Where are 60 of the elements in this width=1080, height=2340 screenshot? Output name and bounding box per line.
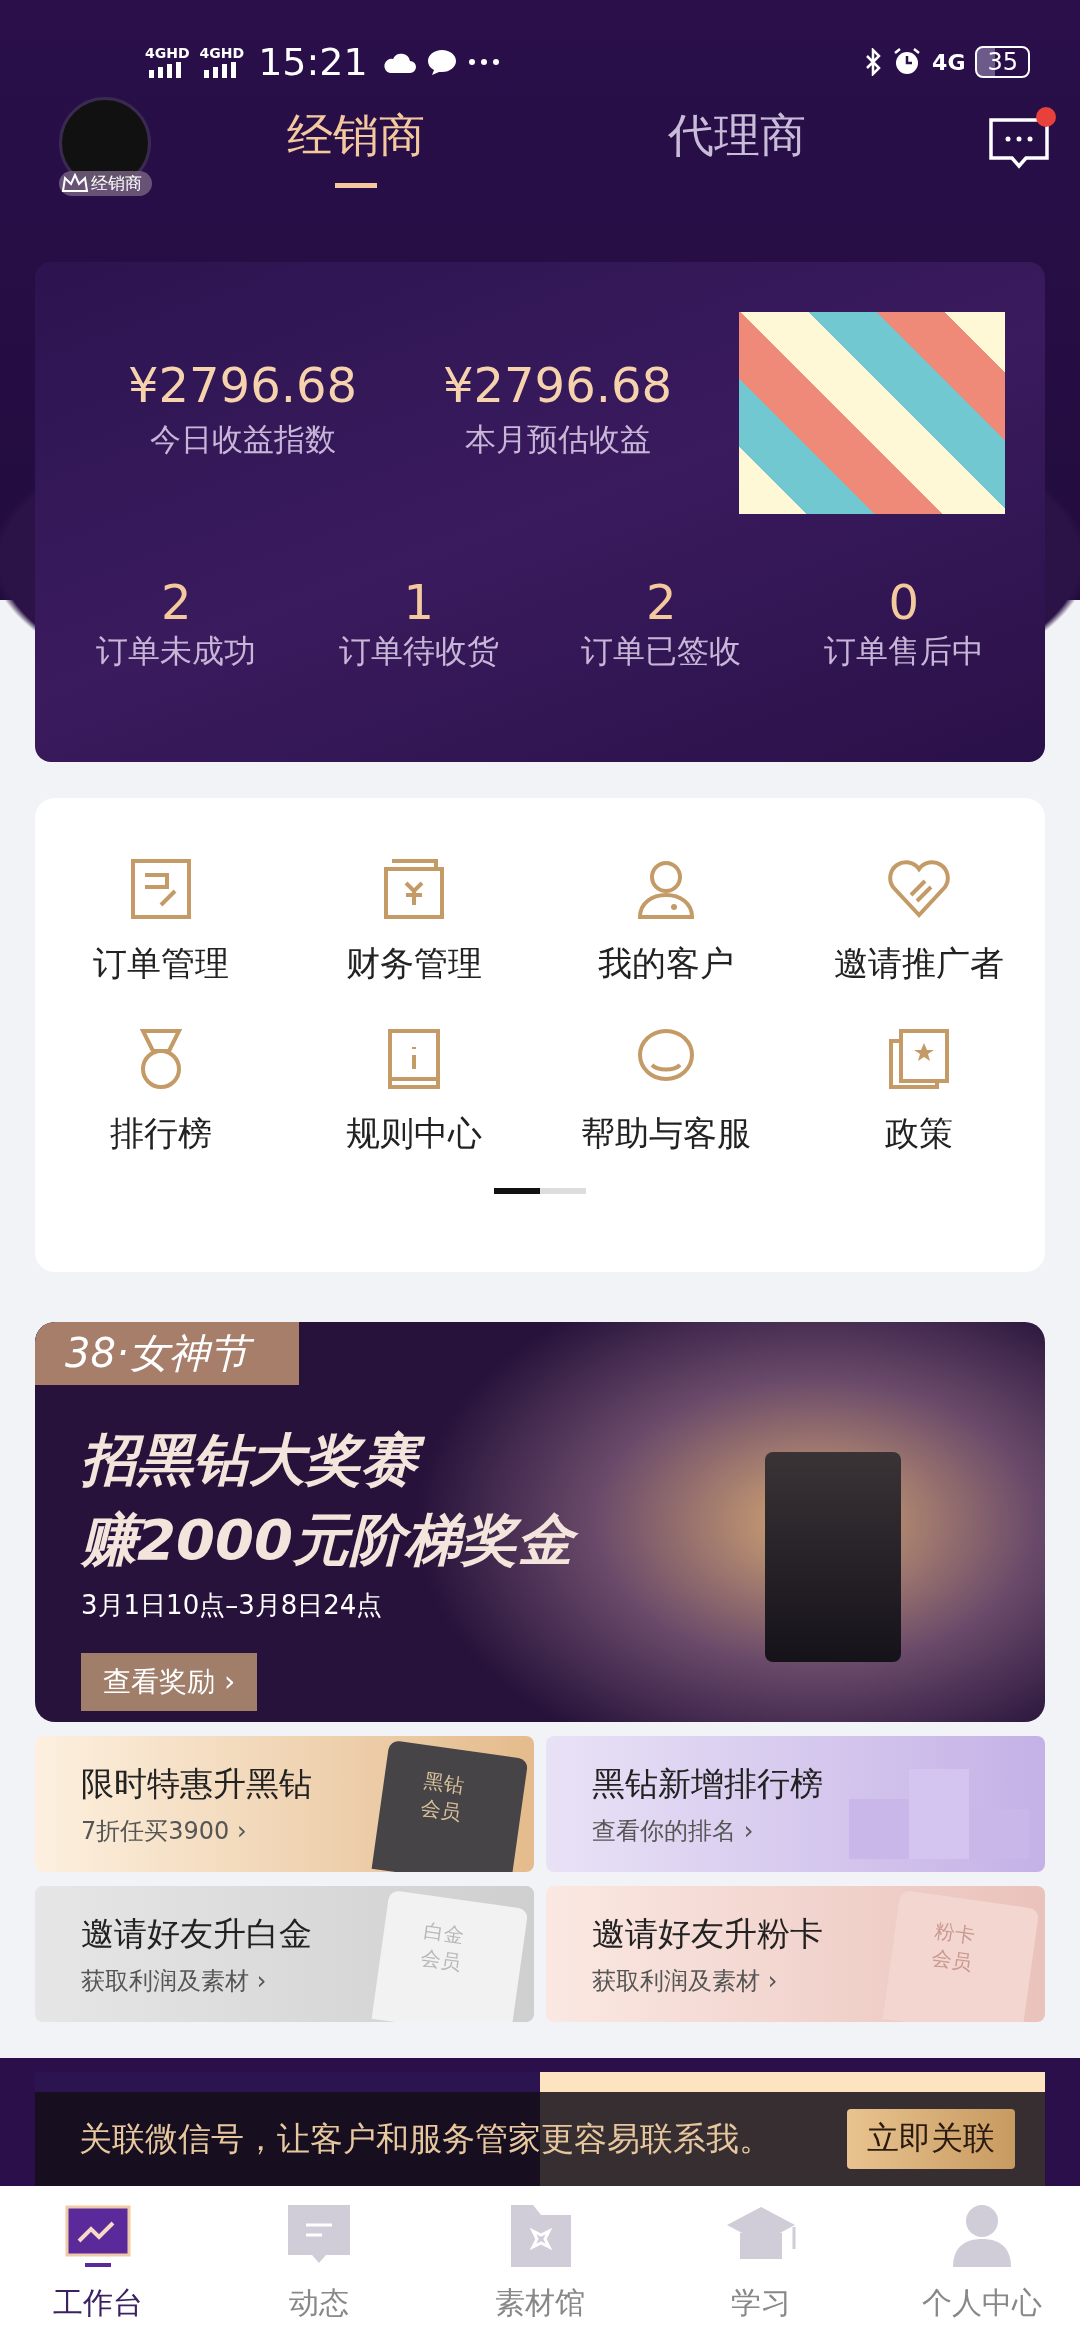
order-count: 2 — [644, 574, 678, 630]
bluetooth-icon — [864, 48, 883, 76]
amount-label: 本月预估收益 — [463, 420, 652, 459]
order-label: 订单未成功 — [95, 631, 258, 672]
shortcut-button[interactable]: 邀请推广者 — [792, 856, 1045, 988]
more-icon — [467, 58, 500, 66]
banner-tag: 38·女神节 — [35, 1322, 299, 1385]
shortcut-button[interactable]: 排行榜 — [35, 1026, 288, 1158]
shortcut-button[interactable]: 规则中心 — [287, 1026, 540, 1158]
tab-bar-item[interactable]: 个人中心 — [892, 2200, 1072, 2340]
banner-subtitle: 赚2000元阶梯奖金 — [81, 1500, 589, 1580]
form-icon — [129, 857, 194, 921]
banner-dates: 3月1日10点–3月8日24点 — [81, 1589, 384, 1622]
network-label: 4GHD — [145, 46, 190, 60]
promo-link[interactable]: 获取利润及素材 › — [81, 1964, 312, 1997]
view-rewards-button[interactable]: 查看奖励 › — [81, 1653, 258, 1711]
card-label: 白金会员 — [418, 1917, 467, 1977]
badge-label: 经销商 — [90, 171, 142, 195]
promo-link[interactable]: 7折任买3900 › — [81, 1814, 312, 1847]
order-label: 订单待收货 — [337, 631, 500, 672]
message-bubble-icon — [425, 48, 458, 76]
document-icon — [886, 1027, 951, 1091]
shortcut-button[interactable]: 政策 — [792, 1026, 1045, 1158]
order-count: 1 — [402, 574, 435, 630]
order-label: 订单已签收 — [580, 631, 743, 672]
notice-text: 关联微信号，让客户和服务管家更容易联系我。 — [79, 2117, 772, 2160]
card-label: 黑钻会员 — [418, 1767, 467, 1827]
page-indicator-icon — [494, 1188, 586, 1194]
amount-label: 今日收益指数 — [148, 420, 337, 459]
card-label: 粉卡会员 — [929, 1917, 978, 1977]
promo-title: 黑钻新增排行榜 — [592, 1762, 823, 1805]
amount-value: ¥2796.68 — [127, 357, 358, 413]
wallet-icon — [381, 857, 446, 921]
shortcut-button[interactable]: 我的客户 — [540, 856, 793, 988]
network-label: 4GHD — [199, 46, 245, 60]
header-tab[interactable]: 代理商 — [668, 104, 807, 188]
network-label: 4G — [932, 49, 966, 75]
order-count: 2 — [159, 574, 193, 630]
tab-bar-item[interactable]: 工作台 — [8, 2200, 188, 2340]
shortcut-button[interactable]: 订单管理 — [35, 856, 288, 988]
promo-link[interactable]: 获取利润及素材 › — [592, 1964, 823, 1997]
tab-bar-item[interactable]: 动态 — [229, 2200, 409, 2340]
promo-title: 邀请好友升粉卡 — [592, 1912, 823, 1955]
order-label: 订单售后中 — [822, 631, 985, 672]
promo-title: 限时特惠升黑钻 — [81, 1762, 312, 1805]
battery-level: 35 — [987, 48, 1018, 76]
tab-bar-item[interactable]: 学习 — [671, 2200, 851, 2340]
message-icon — [988, 117, 1050, 171]
order-count: 0 — [887, 574, 920, 630]
clock-time: 15:21 — [258, 40, 368, 84]
shortcut-button[interactable]: 财务管理 — [287, 856, 540, 988]
banner-title: 招黑钻大奖赛 — [81, 1420, 433, 1500]
tab-bar-item[interactable]: 素材馆 — [450, 2200, 630, 2340]
promo-title: 邀请好友升白金 — [81, 1912, 312, 1955]
amount-value: ¥2796.68 — [442, 357, 673, 413]
header-tab[interactable]: 经销商 — [286, 104, 425, 188]
link-now-button[interactable]: 立即关联 — [847, 2109, 1015, 2169]
crown-icon — [60, 173, 89, 193]
promo-link[interactable]: 查看你的排名 › — [592, 1814, 823, 1847]
shortcut-button[interactable]: 帮助与客服 — [540, 1026, 793, 1158]
